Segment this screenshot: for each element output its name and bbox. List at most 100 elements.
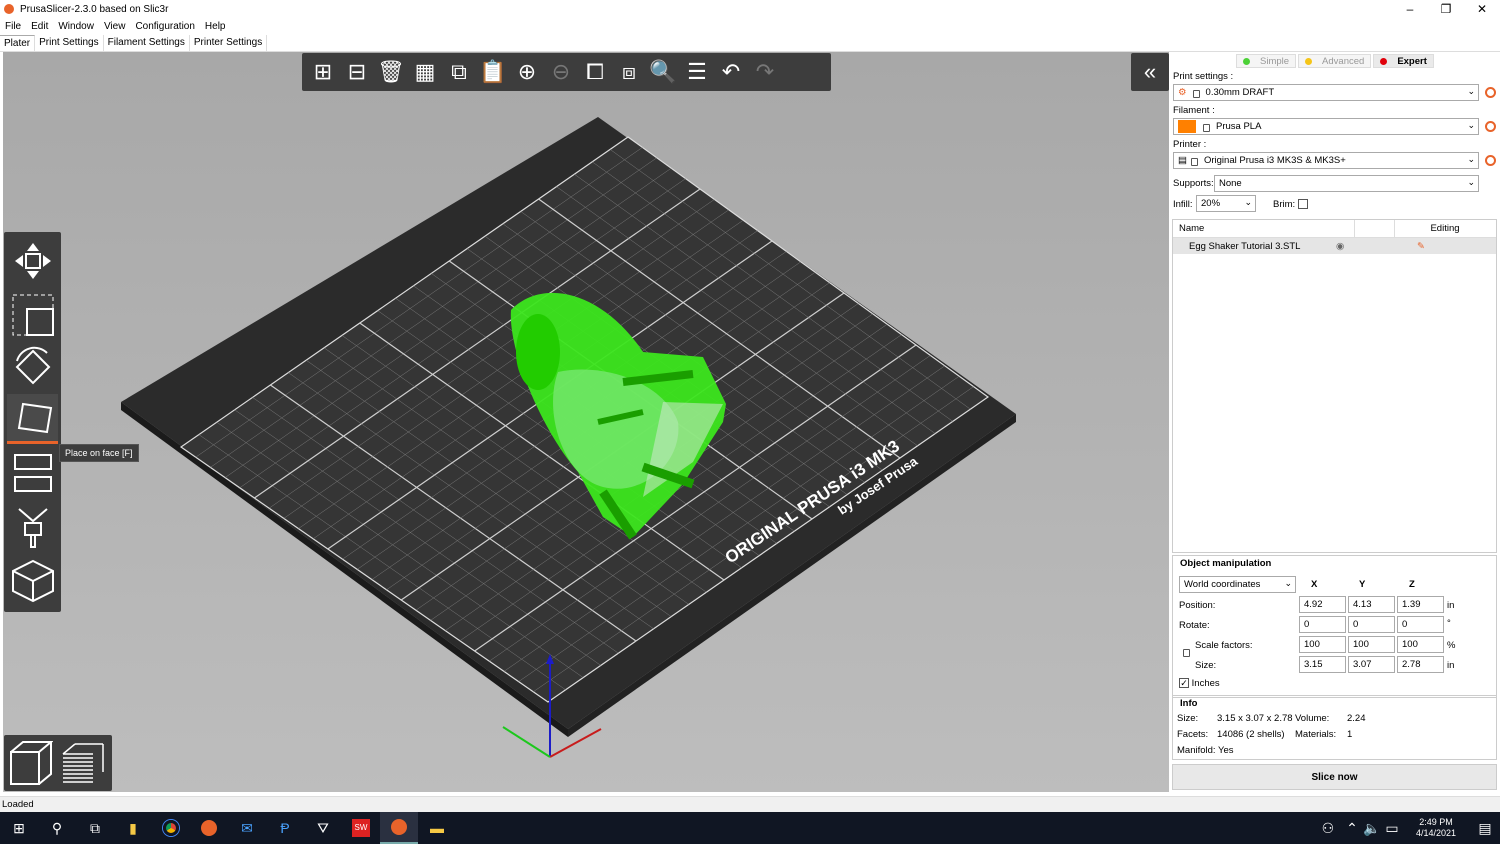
place-on-face-icon[interactable]	[7, 394, 58, 444]
solidworks-icon[interactable]: SW	[342, 812, 380, 844]
file-icon[interactable]: ▮	[114, 812, 152, 844]
rotate-x-input[interactable]: 0	[1299, 616, 1346, 633]
delete-icon[interactable]: ⊟	[340, 55, 374, 89]
tab-print-settings[interactable]: Print Settings	[35, 35, 104, 51]
info-facets-label: Facets:	[1177, 729, 1209, 740]
copy-icon[interactable]: ⧉	[442, 55, 476, 89]
redo-icon[interactable]: ↷	[748, 55, 782, 89]
restore-button[interactable]: ❐	[1428, 0, 1464, 18]
tab-printer-settings[interactable]: Printer Settings	[190, 35, 268, 51]
edit-print-settings-icon[interactable]	[1485, 87, 1496, 98]
app-icon[interactable]: ⛛	[304, 812, 342, 844]
minimize-button[interactable]: –	[1392, 0, 1428, 18]
rotate-z-input[interactable]: 0	[1397, 616, 1444, 633]
menu-window[interactable]: Window	[53, 21, 99, 32]
menu-help[interactable]: Help	[200, 21, 231, 32]
mode-expert-button[interactable]: Expert	[1373, 54, 1434, 68]
people-icon[interactable]: ⚇	[1314, 812, 1342, 844]
collapse-sidebar-icon[interactable]: «	[1131, 53, 1169, 91]
print-settings-select[interactable]: ⚙ 0.30mm DRAFT ⌄	[1173, 84, 1479, 101]
axis-y-label: Y	[1359, 579, 1366, 590]
slice-now-button[interactable]: Slice now	[1172, 764, 1497, 790]
prusaslicer-active-icon[interactable]	[380, 812, 418, 844]
3d-view-icon[interactable]	[4, 735, 56, 791]
status-text: Loaded	[2, 799, 34, 810]
paste-icon[interactable]: 📋	[476, 55, 510, 89]
scale-y-input[interactable]: 100	[1348, 636, 1395, 653]
arrange-icon[interactable]: ▦	[408, 55, 442, 89]
notifications-icon[interactable]: ▤	[1470, 812, 1500, 844]
volume-icon[interactable]: 🔈	[1362, 812, 1382, 844]
brim-label: Brim:	[1273, 199, 1296, 210]
app-icon[interactable]: ✉	[228, 812, 266, 844]
prusaslicer-taskbar-icon[interactable]	[190, 812, 228, 844]
inches-label: Inches	[1191, 678, 1220, 689]
brim-checkbox[interactable]	[1298, 199, 1308, 210]
3d-viewport[interactable]: ORIGINAL PRUSA i3 MK3 by Josef Prusa ⊞ ⊟…	[3, 52, 1169, 792]
seam-painting-icon[interactable]	[7, 556, 58, 606]
position-x-input[interactable]: 4.92	[1299, 596, 1346, 613]
layers-editing-icon[interactable]: ☰	[680, 55, 714, 89]
printer-select[interactable]: ▤ Original Prusa i3 MK3S & MK3S+ ⌄	[1173, 152, 1479, 169]
chrome-icon[interactable]	[152, 812, 190, 844]
tab-plater[interactable]: Plater	[0, 35, 36, 51]
split-parts-icon[interactable]: ⧈	[612, 55, 646, 89]
chevron-up-icon[interactable]: ⌃	[1342, 812, 1362, 844]
tab-filament-settings[interactable]: Filament Settings	[104, 35, 190, 51]
menu-configuration[interactable]: Configuration	[130, 21, 199, 32]
edit-filament-icon[interactable]	[1485, 121, 1496, 132]
menu-edit[interactable]: Edit	[26, 21, 53, 32]
axis-z-label: Z	[1409, 579, 1415, 590]
position-z-input[interactable]: 1.39	[1397, 596, 1444, 613]
undo-icon[interactable]: ↶	[714, 55, 748, 89]
eye-icon[interactable]: ◉	[1336, 241, 1344, 252]
scale-icon[interactable]	[7, 290, 58, 340]
lock-icon	[1190, 157, 1198, 166]
edit-printer-icon[interactable]	[1485, 155, 1496, 166]
menu-file[interactable]: File	[0, 21, 26, 32]
coordinate-system-select[interactable]: World coordinates ⌄	[1179, 576, 1296, 593]
app-icon[interactable]: Ᵽ	[266, 812, 304, 844]
menu-view[interactable]: View	[99, 21, 131, 32]
info-size-label: Size:	[1177, 713, 1199, 724]
windows-start-icon[interactable]: ⊞	[0, 812, 38, 844]
supports-select[interactable]: None ⌄	[1214, 175, 1479, 192]
move-icon[interactable]	[7, 236, 58, 286]
size-z-input[interactable]: 2.78	[1397, 656, 1444, 673]
size-unit: in	[1447, 660, 1455, 671]
clock[interactable]: 2:49 PM 4/14/2021	[1416, 817, 1456, 839]
edit-icon[interactable]: ✎	[1417, 241, 1425, 252]
file-explorer-icon[interactable]: ▬	[418, 812, 456, 844]
task-view-icon[interactable]: ⧉	[76, 812, 114, 844]
inches-checkbox[interactable]: ✓ Inches	[1179, 678, 1220, 689]
add-icon[interactable]: ⊞	[306, 55, 340, 89]
scale-lock-icon[interactable]	[1181, 648, 1196, 659]
filament-select[interactable]: Prusa PLA ⌄	[1173, 118, 1479, 135]
rotate-y-input[interactable]: 0	[1348, 616, 1395, 633]
position-unit: in	[1447, 600, 1455, 611]
print-settings-icon: ⚙	[1178, 87, 1187, 98]
rotate-icon[interactable]	[7, 342, 58, 392]
position-y-input[interactable]: 4.13	[1348, 596, 1395, 613]
infill-select[interactable]: 20% ⌄	[1196, 195, 1256, 212]
add-instance-icon[interactable]: ⊕	[510, 55, 544, 89]
paint-supports-icon[interactable]	[7, 502, 58, 552]
close-button[interactable]: ✕	[1464, 0, 1500, 18]
split-objects-icon[interactable]: ⧠	[578, 55, 612, 89]
size-x-input[interactable]: 3.15	[1299, 656, 1346, 673]
scale-unit: %	[1447, 640, 1456, 651]
delete-all-icon[interactable]: 🗑	[374, 55, 408, 89]
preview-icon[interactable]	[56, 735, 108, 791]
object-row[interactable]: Egg Shaker Tutorial 3.STL ◉ ✎	[1173, 238, 1496, 254]
search-icon[interactable]: ⚲	[38, 812, 76, 844]
mode-advanced-button[interactable]: Advanced	[1298, 54, 1372, 68]
scale-z-input[interactable]: 100	[1397, 636, 1444, 653]
cut-icon[interactable]	[7, 448, 58, 498]
scale-x-input[interactable]: 100	[1299, 636, 1346, 653]
remove-instance-icon[interactable]: ⊖	[544, 55, 578, 89]
network-icon[interactable]: ▭	[1382, 812, 1402, 844]
mode-simple-button[interactable]: Simple	[1236, 54, 1297, 68]
search-icon[interactable]: 🔍	[646, 55, 680, 89]
printer-value: Original Prusa i3 MK3S & MK3S+	[1203, 155, 1346, 166]
size-y-input[interactable]: 3.07	[1348, 656, 1395, 673]
